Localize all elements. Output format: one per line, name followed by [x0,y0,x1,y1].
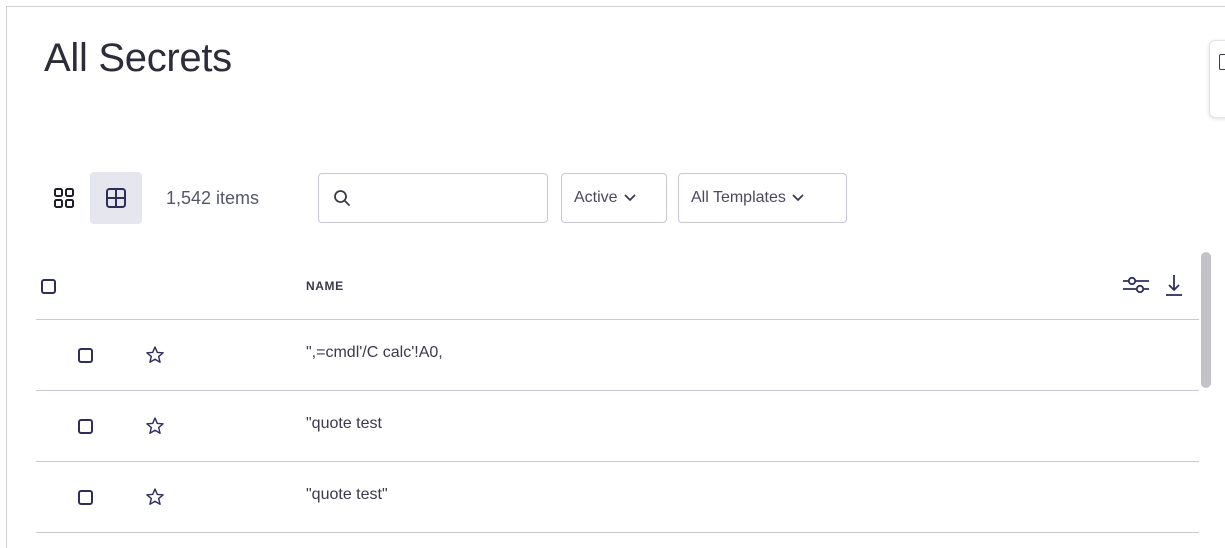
star-icon [146,346,164,363]
favorite-toggle[interactable] [145,487,165,512]
chevron-down-icon [792,194,804,202]
star-icon [146,488,164,505]
column-header-name[interactable]: NAME [306,279,344,293]
secret-name-link[interactable]: "quote test [306,415,382,433]
column-settings-button[interactable] [1121,274,1151,301]
search-box[interactable] [318,173,548,223]
download-icon [1166,275,1182,296]
row-checkbox[interactable] [78,419,93,434]
row-checkbox[interactable] [78,348,93,363]
panel-icon [1219,54,1225,70]
scrollbar-thumb[interactable] [1201,252,1211,388]
status-filter-dropdown[interactable]: Active [561,173,667,223]
table-icon [106,188,126,208]
row-checkbox[interactable] [78,490,93,505]
table-row[interactable]: "quote test [36,391,1199,462]
table-row[interactable]: ",=cmdl'/C calc'!A0, [36,320,1199,391]
chevron-down-icon [624,194,636,202]
star-icon [146,417,164,434]
select-all-checkbox[interactable] [41,279,56,294]
template-filter-dropdown[interactable]: All Templates [678,173,847,223]
secrets-table: NAME ",=cmdl'/C calc'!A0, "quote test "q… [36,252,1199,533]
item-count: 1,542 items [166,188,260,208]
favorite-toggle[interactable] [145,416,165,441]
table-scrollbar[interactable] [1200,252,1212,548]
search-icon [334,190,350,206]
secret-name-link[interactable]: ",=cmdl'/C calc'!A0, [306,344,443,362]
table-view-button[interactable] [90,172,142,224]
table-row[interactable]: "quote test" [36,462,1199,533]
page-title: All Secrets [44,36,232,80]
favorite-toggle[interactable] [145,345,165,370]
status-filter-label: Active [574,189,618,206]
side-panel-toggle[interactable] [1209,40,1225,118]
grid-icon [54,188,74,208]
card-view-button[interactable] [38,172,90,224]
search-input[interactable] [361,182,541,216]
secret-name-link[interactable]: "quote test" [306,486,388,504]
table-header: NAME [36,252,1199,320]
sliders-icon [1123,276,1149,294]
template-filter-label: All Templates [691,189,786,206]
download-button[interactable] [1164,272,1184,303]
